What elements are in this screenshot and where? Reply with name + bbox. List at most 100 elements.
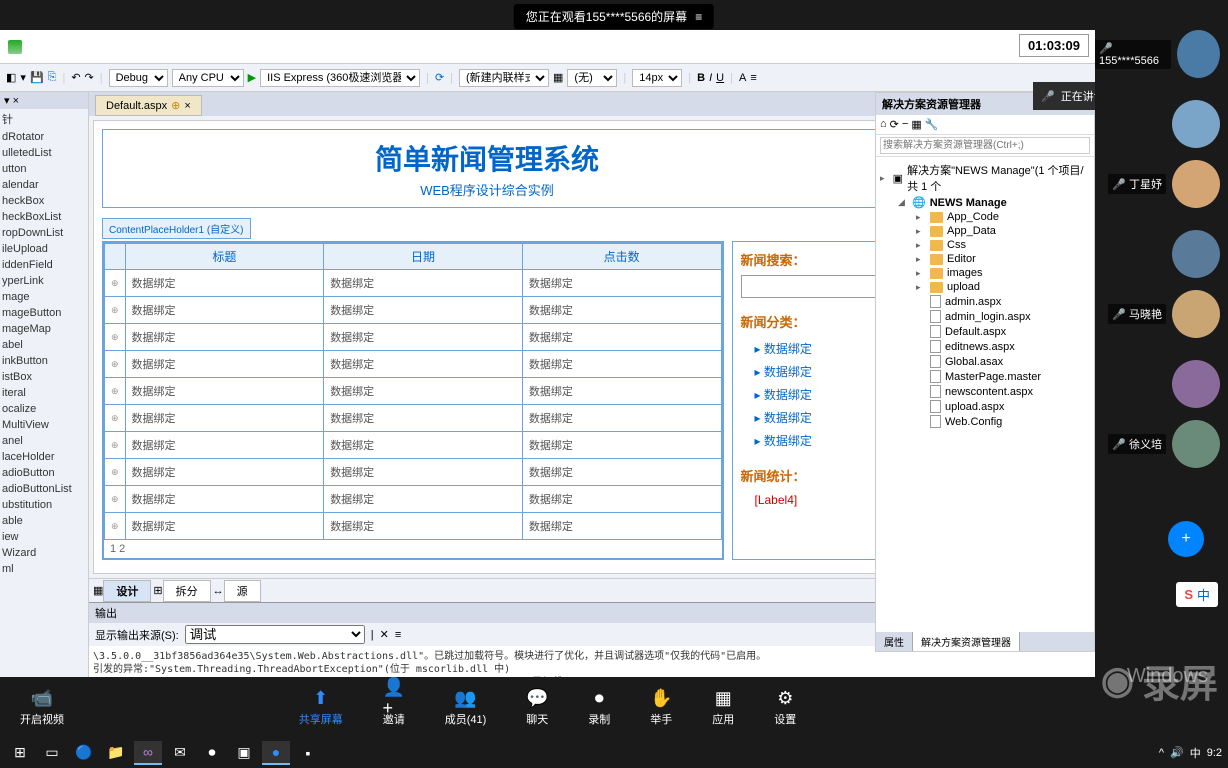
toolbox-item[interactable]: iew: [0, 529, 88, 545]
settings-button[interactable]: ⚙ 设置: [774, 687, 796, 727]
tree-file[interactable]: MasterPage.master: [880, 369, 1090, 384]
toolbox-item[interactable]: ubstitution: [0, 497, 88, 513]
tree-folder[interactable]: ▸images: [880, 266, 1090, 280]
new-icon[interactable]: ◧: [6, 71, 16, 84]
ime-icon[interactable]: 中: [1190, 745, 1201, 761]
table-row[interactable]: ⊕数据绑定数据绑定数据绑定: [105, 432, 722, 459]
none-select[interactable]: (无): [567, 69, 617, 87]
clear-icon[interactable]: ✕: [380, 628, 389, 641]
table-row[interactable]: ⊕数据绑定数据绑定数据绑定: [105, 486, 722, 513]
participant[interactable]: 🎤 155****5566: [1095, 30, 1220, 78]
file-tab-default[interactable]: Default.aspx ⊕ ×: [95, 95, 202, 116]
table-row[interactable]: ⊕数据绑定数据绑定数据绑定: [105, 459, 722, 486]
chrome-icon[interactable]: 🔵: [70, 741, 98, 765]
save-all-icon[interactable]: ⎘: [48, 71, 57, 84]
toolbox-item[interactable]: adioButtonList: [0, 481, 88, 497]
toolbox-item[interactable]: heckBoxList: [0, 209, 88, 225]
tree-file[interactable]: editnews.aspx: [880, 339, 1090, 354]
toolbox-item[interactable]: iteral: [0, 385, 88, 401]
tree-file[interactable]: Web.Config: [880, 414, 1090, 429]
refresh-icon[interactable]: ⟳: [435, 71, 444, 84]
toolbox-item[interactable]: ocalize: [0, 401, 88, 417]
table-row[interactable]: ⊕数据绑定数据绑定数据绑定: [105, 324, 722, 351]
app-icon[interactable]: ▪: [294, 741, 322, 765]
tree-file[interactable]: newscontent.aspx: [880, 384, 1090, 399]
video-button[interactable]: 📹 开启视频: [20, 687, 64, 727]
open-icon[interactable]: ▾: [20, 71, 26, 84]
tab-source[interactable]: 源: [224, 580, 261, 602]
tab-design[interactable]: 设计: [103, 580, 151, 602]
network-icon[interactable]: 🔊: [1170, 746, 1184, 759]
tab-properties[interactable]: 属性: [876, 632, 913, 651]
close-icon[interactable]: ×: [184, 100, 190, 112]
tray-time[interactable]: 9:2: [1207, 747, 1222, 759]
tree-project[interactable]: ◢🌐 NEWS Manage: [880, 195, 1090, 210]
content-placeholder-label[interactable]: ContentPlaceHolder1 (自定义): [102, 218, 251, 239]
zoom-icon[interactable]: ●: [262, 741, 290, 765]
toolbox-item[interactable]: 针: [0, 109, 88, 129]
run-target-select[interactable]: IIS Express (360极速浏览器): [260, 69, 420, 87]
toolbox-item[interactable]: adioButton: [0, 465, 88, 481]
tree-file[interactable]: Default.aspx: [880, 324, 1090, 339]
toolbox-item[interactable]: Wizard: [0, 545, 88, 561]
collapse-icon[interactable]: −: [902, 118, 908, 131]
refresh-icon[interactable]: ⟳: [890, 118, 899, 131]
play-icon[interactable]: ▶: [248, 71, 256, 84]
tree-file[interactable]: admin_login.aspx: [880, 309, 1090, 324]
toolbox-item[interactable]: ulletedList: [0, 145, 88, 161]
tree-folder[interactable]: ▸App_Code: [880, 210, 1090, 224]
save-icon[interactable]: 💾: [30, 71, 44, 84]
toolbox-item[interactable]: ileUpload: [0, 241, 88, 257]
sogou-ime-badge[interactable]: S 中: [1176, 582, 1218, 607]
toolbox-item[interactable]: utton: [0, 161, 88, 177]
toolbox-item[interactable]: anel: [0, 433, 88, 449]
toolbox-item[interactable]: heckBox: [0, 193, 88, 209]
properties-icon[interactable]: 🔧: [925, 118, 939, 131]
show-all-icon[interactable]: ▦: [911, 118, 921, 131]
participant[interactable]: 🎤 徐义培: [1108, 420, 1220, 468]
tree-file[interactable]: upload.aspx: [880, 399, 1090, 414]
members-button[interactable]: 👥 成员(41): [445, 687, 487, 727]
tray-up-icon[interactable]: ^: [1159, 747, 1164, 759]
tree-folder[interactable]: ▸Css: [880, 238, 1090, 252]
explorer-icon[interactable]: 📁: [102, 741, 130, 765]
underline-icon[interactable]: U: [716, 72, 724, 84]
tree-solution-root[interactable]: ▸▣ 解决方案"NEWS Manage"(1 个项目/共 1 个: [880, 161, 1090, 195]
solution-search-input[interactable]: [880, 137, 1090, 154]
mail-icon[interactable]: ✉: [166, 741, 194, 765]
output-source-select[interactable]: 调试: [185, 625, 365, 644]
toolbox-item[interactable]: mageButton: [0, 305, 88, 321]
toolbox-item[interactable]: able: [0, 513, 88, 529]
toolbox-item[interactable]: MultiView: [0, 417, 88, 433]
pin-icon[interactable]: ⊕: [171, 99, 180, 112]
italic-icon[interactable]: I: [709, 72, 712, 84]
toolbox-item[interactable]: ropDownList: [0, 225, 88, 241]
redo-icon[interactable]: ↷: [85, 71, 94, 84]
participant[interactable]: [1172, 100, 1220, 148]
toolbox-item[interactable]: ml: [0, 561, 88, 577]
tree-folder[interactable]: ▸Editor: [880, 252, 1090, 266]
solution-toolbar[interactable]: ⌂ ⟳ − ▦ 🔧: [876, 115, 1094, 135]
platform-select[interactable]: Any CPU: [172, 69, 244, 87]
toolbox-item[interactable]: laceHolder: [0, 449, 88, 465]
toolbox-item[interactable]: mageMap: [0, 321, 88, 337]
invite-button[interactable]: 👤+ 邀请: [383, 687, 405, 727]
pager[interactable]: 1 2: [104, 540, 722, 558]
undo-icon[interactable]: ↶: [71, 71, 80, 84]
align-icon[interactable]: ≡: [750, 72, 756, 84]
apps-button[interactable]: ▦ 应用: [712, 687, 734, 727]
start-button[interactable]: ⊞: [6, 741, 34, 765]
toolbox-item[interactable]: abel: [0, 337, 88, 353]
news-gridview[interactable]: 标题 日期 点击数 ⊕数据绑定数据绑定数据绑定⊕数据绑定数据绑定数据绑定⊕数据绑…: [102, 241, 724, 560]
participant[interactable]: 🎤 丁星妤: [1108, 160, 1220, 208]
toolbox-item[interactable]: mage: [0, 289, 88, 305]
table-row[interactable]: ⊕数据绑定数据绑定数据绑定: [105, 378, 722, 405]
tree-file[interactable]: admin.aspx: [880, 294, 1090, 309]
config-select[interactable]: Debug: [109, 69, 168, 87]
tencent-icon[interactable]: ▣: [230, 741, 258, 765]
record-button[interactable]: ⏺ 录制: [588, 687, 610, 727]
solution-tree[interactable]: ▸▣ 解决方案"NEWS Manage"(1 个项目/共 1 个 ◢🌐 NEWS…: [876, 157, 1094, 433]
toolbox-item[interactable]: inkButton: [0, 353, 88, 369]
table-row[interactable]: ⊕数据绑定数据绑定数据绑定: [105, 513, 722, 540]
table-row[interactable]: ⊕数据绑定数据绑定数据绑定: [105, 297, 722, 324]
